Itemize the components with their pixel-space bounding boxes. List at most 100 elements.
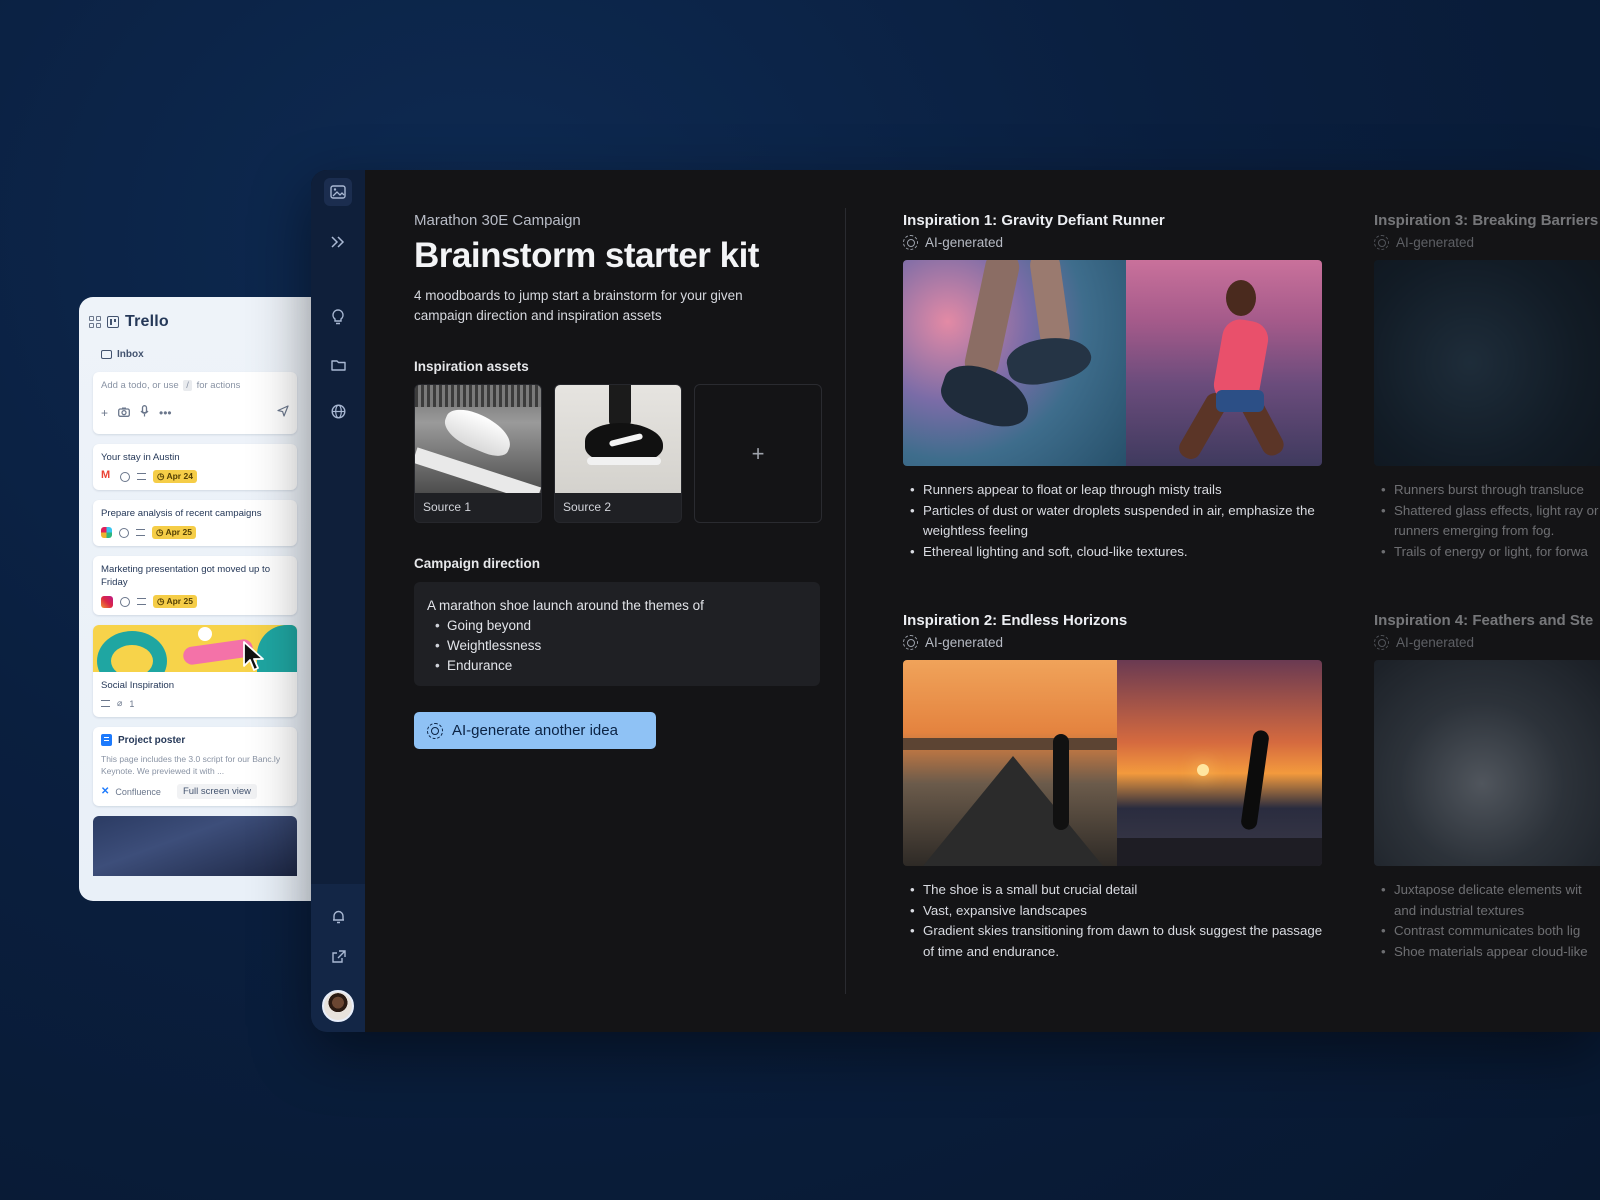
image-icon[interactable] <box>324 178 352 206</box>
ai-sparkle-icon <box>903 635 918 650</box>
inspiration-bullets: Juxtapose delicate elements wit and indu… <box>1374 880 1600 963</box>
app-switcher-icon[interactable] <box>89 316 101 328</box>
bullet-item: Trails of energy or light, for forwa <box>1374 542 1600 563</box>
trello-card-cover[interactable] <box>93 816 297 876</box>
expand-icon[interactable] <box>324 228 352 256</box>
inspiration-title: Inspiration 1: Gravity Defiant Runner <box>903 212 1165 229</box>
bullet-item: Contrast communicates both lig <box>1374 921 1600 942</box>
share-icon[interactable] <box>324 943 352 971</box>
confluence-card-header: Project poster <box>101 734 289 746</box>
inspiration-bullets: The shoe is a small but crucial detail V… <box>903 880 1323 963</box>
asset-tile[interactable]: Source 1 <box>414 384 542 523</box>
inbox-heading[interactable]: Inbox <box>79 335 311 360</box>
todo-toolbar: + ••• <box>101 405 289 420</box>
gmail-icon <box>101 469 113 481</box>
info-icon <box>119 527 129 538</box>
direction-list: Going beyond Weightlessness Endurance <box>427 616 807 676</box>
description-icon <box>137 598 146 605</box>
ai-sparkle-icon <box>903 235 918 250</box>
page-icon <box>101 734 112 746</box>
add-asset-button[interactable]: + <box>694 384 822 523</box>
moodboard-image <box>1374 660 1600 866</box>
confluence-card-title: Project poster <box>118 734 186 746</box>
ai-sparkle-icon <box>1374 635 1389 650</box>
folder-icon[interactable] <box>324 351 352 379</box>
inbox-icon <box>101 350 112 359</box>
more-icon[interactable]: ••• <box>159 406 172 420</box>
microphone-icon[interactable] <box>140 405 149 420</box>
bullet-item: The shoe is a small but crucial detail <box>903 880 1323 901</box>
todo-input[interactable]: Add a todo, or use / for actions + ••• <box>93 372 297 434</box>
avatar[interactable] <box>322 990 354 1022</box>
todo-placeholder-start: Add a todo, or use <box>101 380 179 391</box>
card-title: Social Inspiration <box>101 680 175 691</box>
direction-item: Endurance <box>427 656 807 676</box>
card-title: Your stay in Austin <box>101 452 180 463</box>
ai-generated-text: AI-generated <box>925 635 1004 650</box>
inspiration-card[interactable]: Inspiration 2: Endless Horizons AI-gener… <box>903 612 1323 963</box>
campaign-name: Marathon 30E Campaign <box>414 212 581 229</box>
bullet-item: Runners appear to float or leap through … <box>903 480 1323 501</box>
direction-item: Going beyond <box>427 616 807 636</box>
bullet-item: Shattered glass effects, light ray or ru… <box>1374 501 1600 542</box>
info-icon <box>120 596 130 607</box>
moodboard-image <box>903 260 1322 466</box>
ai-generated-text: AI-generated <box>1396 635 1475 650</box>
moodboard-image <box>1374 260 1600 466</box>
inbox-label: Inbox <box>117 349 144 360</box>
inspiration-bullets: Runners burst through transluce Shattere… <box>1374 480 1600 563</box>
due-date-badge: ◷ Apr 24 <box>153 470 197 483</box>
slash-key-hint: / <box>183 380 192 391</box>
globe-icon[interactable] <box>324 397 352 425</box>
campaign-direction-box[interactable]: A marathon shoe launch around the themes… <box>414 582 820 686</box>
bullet-item: Ethereal lighting and soft, cloud-like t… <box>903 542 1323 563</box>
card-title: Marketing presentation got moved up to F… <box>101 564 271 588</box>
inspiration-card[interactable]: Inspiration 4: Feathers and Ste AI-gener… <box>1374 612 1600 963</box>
description-icon <box>136 529 145 536</box>
due-date-text: Apr 24 <box>166 471 193 481</box>
card-meta: ◷ Apr 25 <box>101 526 289 539</box>
trello-title: Trello <box>125 313 169 330</box>
ai-generated-tag: AI-generated <box>903 635 1323 650</box>
page-title: Brainstorm starter kit <box>414 236 759 275</box>
bullet-item: Shoe materials appear cloud-like <box>1374 942 1600 963</box>
inspiration-title: Inspiration 2: Endless Horizons <box>903 612 1128 629</box>
confluence-icon: ✕ <box>101 786 110 797</box>
card-meta: ◷ Apr 24 <box>101 469 289 483</box>
card-meta: ◷ Apr 25 <box>101 595 289 608</box>
asset-tile[interactable]: Source 2 <box>554 384 682 523</box>
ai-sparkle-icon <box>1374 235 1389 250</box>
inspiration-card[interactable]: Inspiration 3: Breaking Barriers AI-gene… <box>1374 212 1600 563</box>
todo-placeholder-end: for actions <box>196 380 241 391</box>
ai-generated-tag: AI-generated <box>903 235 1323 250</box>
card-title: Prepare analysis of recent campaigns <box>101 508 262 519</box>
ai-generated-text: AI-generated <box>925 235 1004 250</box>
lightbulb-icon[interactable] <box>324 303 352 331</box>
full-screen-view-button[interactable]: Full screen view <box>176 784 258 799</box>
bell-icon[interactable] <box>324 902 352 930</box>
inspiration-card[interactable]: Inspiration 1: Gravity Defiant Runner AI… <box>903 212 1323 563</box>
add-icon[interactable]: + <box>101 406 108 420</box>
side-rail-footer <box>311 884 365 1032</box>
asset-image <box>555 385 681 493</box>
ai-generate-button[interactable]: AI-generate another idea <box>414 712 656 749</box>
card-meta: ⌀ 1 <box>93 698 297 717</box>
confluence-card[interactable]: Project poster This page includes the 3.… <box>93 727 297 806</box>
direction-intro: A marathon shoe launch around the themes… <box>427 598 704 613</box>
camera-icon[interactable] <box>118 406 130 420</box>
ai-generate-label: AI-generate another idea <box>452 722 618 739</box>
send-icon[interactable] <box>277 405 289 420</box>
trello-card[interactable]: Prepare analysis of recent campaigns ◷ A… <box>93 500 297 546</box>
info-icon <box>120 471 130 482</box>
asset-caption: Source 2 <box>563 500 612 514</box>
description-icon <box>101 700 110 707</box>
todo-placeholder: Add a todo, or use / for actions <box>101 380 289 391</box>
due-date-text: Apr 25 <box>165 527 192 537</box>
trello-card[interactable]: Marketing presentation got moved up to F… <box>93 556 297 615</box>
trello-panel: Trello Inbox Add a todo, or use / for ac… <box>79 297 311 901</box>
brainstorm-app-window: Marathon 30E Campaign Brainstorm starter… <box>311 170 1600 1032</box>
ai-generated-tag: AI-generated <box>1374 635 1600 650</box>
side-rail <box>311 170 365 1032</box>
due-date-badge: ◷ Apr 25 <box>153 595 197 608</box>
trello-card[interactable]: Your stay in Austin ◷ Apr 24 <box>93 444 297 490</box>
